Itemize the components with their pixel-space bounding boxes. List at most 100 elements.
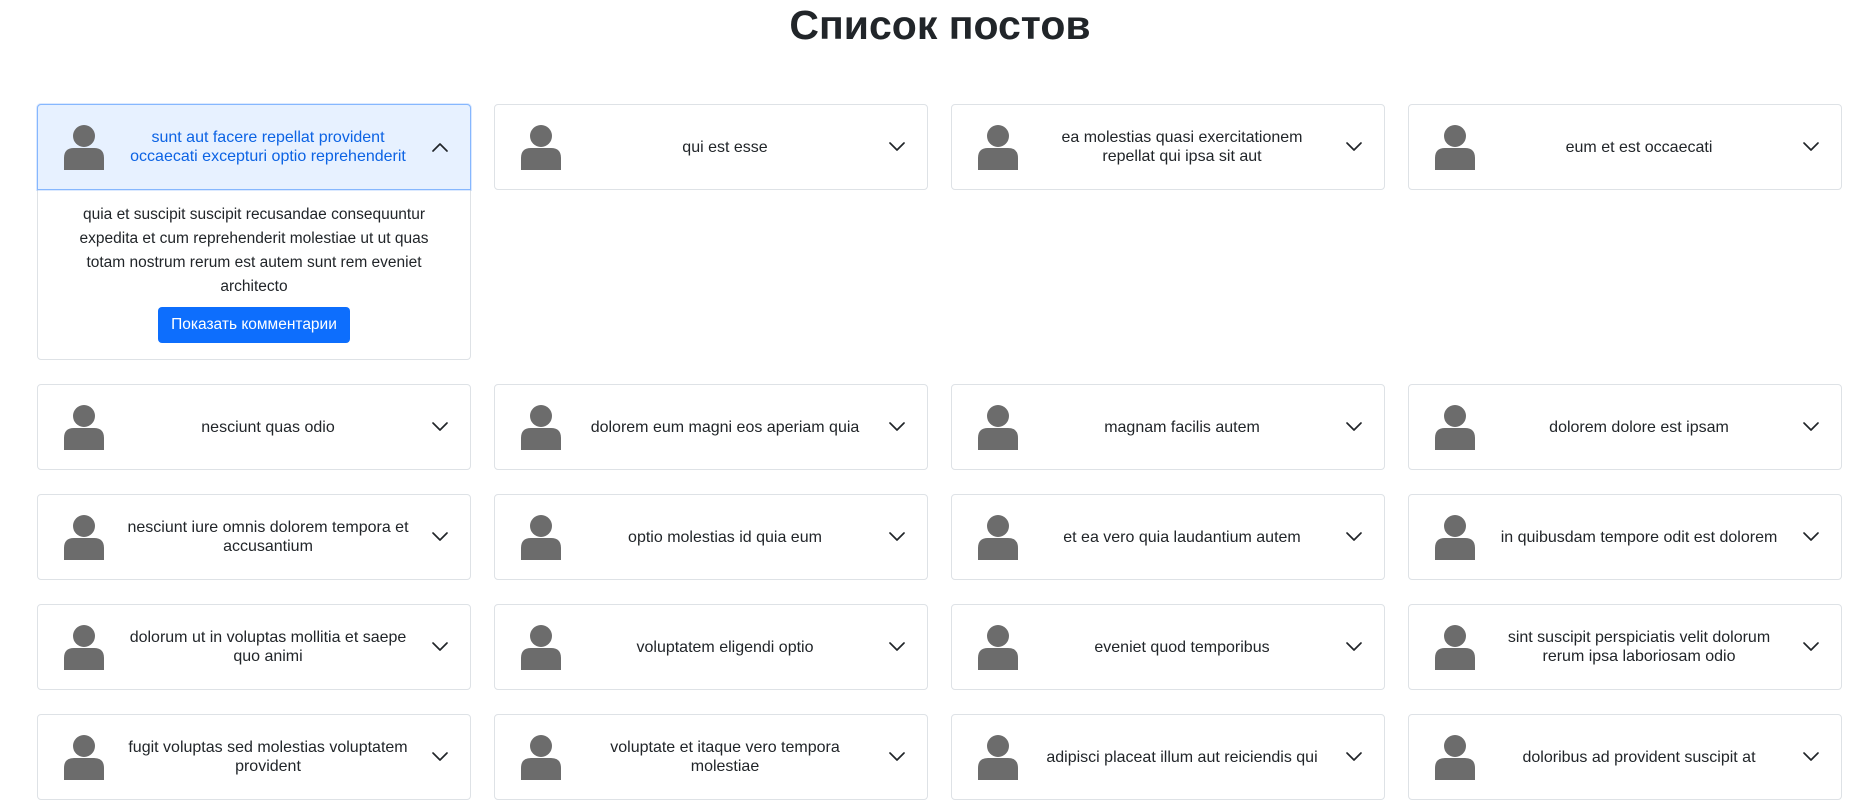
user-silhouette-icon	[521, 405, 561, 450]
chevron-up-icon	[432, 143, 448, 152]
post-header-button[interactable]: ea molestias quasi exercitationem repell…	[952, 105, 1384, 189]
post-header-button[interactable]: et ea vero quia laudantium autem	[952, 495, 1384, 579]
user-silhouette-icon	[978, 125, 1018, 170]
post-header-button[interactable]: optio molestias id quia eum	[495, 495, 927, 579]
post-title: nesciunt iure omnis dolorem tempora et a…	[127, 519, 409, 555]
user-silhouette-icon	[64, 125, 104, 170]
user-silhouette-icon	[978, 735, 1018, 780]
post-card-6: dolorem eum magni eos aperiam quia	[494, 384, 928, 470]
post-body: quia et suscipit suscipit recusandae con…	[38, 189, 470, 359]
chevron-down-icon	[889, 532, 905, 541]
post-card-20: doloribus ad provident suscipit at	[1408, 714, 1842, 800]
chevron-down-icon	[1803, 532, 1819, 541]
post-header-button[interactable]: dolorum ut in voluptas mollitia et saepe…	[38, 605, 470, 689]
user-silhouette-icon	[521, 735, 561, 780]
post-header-button[interactable]: magnam facilis autem	[952, 385, 1384, 469]
chevron-down-icon	[1803, 752, 1819, 761]
page-title: Список постов	[789, 2, 1091, 48]
post-title: eum et est occaecati	[1565, 138, 1713, 156]
post-title: magnam facilis autem	[1104, 418, 1260, 436]
chevron-down-icon	[432, 642, 448, 651]
post-card-9: nesciunt iure omnis dolorem tempora et a…	[37, 494, 471, 580]
post-card-19: adipisci placeat illum aut reiciendis qu…	[951, 714, 1385, 800]
post-card-5: nesciunt quas odio	[37, 384, 471, 470]
post-card-2: qui est esse	[494, 104, 928, 190]
post-title: qui est esse	[682, 138, 768, 156]
post-header-button[interactable]: eum et est occaecati	[1409, 105, 1841, 189]
post-card-3: ea molestias quasi exercitationem repell…	[951, 104, 1385, 190]
post-title: voluptate et itaque vero tempora molesti…	[610, 739, 840, 775]
post-card-13: dolorum ut in voluptas mollitia et saepe…	[37, 604, 471, 690]
chevron-down-icon	[889, 752, 905, 761]
post-header-button[interactable]: sint suscipit perspiciatis velit dolorum…	[1409, 605, 1841, 689]
post-card-7: magnam facilis autem	[951, 384, 1385, 470]
user-silhouette-icon	[1435, 515, 1475, 560]
user-silhouette-icon	[64, 405, 104, 450]
post-header-button[interactable]: dolorem dolore est ipsam	[1409, 385, 1841, 469]
chevron-down-icon	[889, 422, 905, 431]
post-card-15: eveniet quod temporibus	[951, 604, 1385, 690]
user-silhouette-icon	[978, 405, 1018, 450]
post-card-8: dolorem dolore est ipsam	[1408, 384, 1842, 470]
chevron-down-icon	[432, 422, 448, 431]
post-card-1: sunt aut facere repellat provident occae…	[37, 104, 471, 360]
post-header-button[interactable]: eveniet quod temporibus	[952, 605, 1384, 689]
post-header-button[interactable]: adipisci placeat illum aut reiciendis qu…	[952, 715, 1384, 799]
chevron-down-icon	[432, 752, 448, 761]
post-title: nesciunt quas odio	[201, 418, 335, 436]
post-header-button[interactable]: voluptatem eligendi optio	[495, 605, 927, 689]
post-card-4: eum et est occaecati	[1408, 104, 1842, 190]
show-comments-button[interactable]: Показать комментарии	[158, 307, 350, 343]
user-silhouette-icon	[978, 625, 1018, 670]
post-header-button[interactable]: qui est esse	[495, 105, 927, 189]
user-silhouette-icon	[1435, 625, 1475, 670]
chevron-down-icon	[1803, 142, 1819, 151]
user-silhouette-icon	[1435, 735, 1475, 780]
chevron-down-icon	[1346, 422, 1362, 431]
post-header-button[interactable]: sunt aut facere repellat provident occae…	[37, 104, 471, 190]
user-silhouette-icon	[521, 625, 561, 670]
user-silhouette-icon	[64, 735, 104, 780]
user-silhouette-icon	[521, 515, 561, 560]
post-title: ea molestias quasi exercitationem repell…	[1061, 129, 1303, 165]
post-title: fugit voluptas sed molestias voluptatem …	[128, 739, 408, 775]
post-title: sint suscipit perspiciatis velit dolorum…	[1507, 629, 1771, 665]
post-card-14: voluptatem eligendi optio	[494, 604, 928, 690]
post-title: dolorem dolore est ipsam	[1549, 418, 1729, 436]
post-title: dolorum ut in voluptas mollitia et saepe…	[129, 629, 407, 665]
post-header-button[interactable]: fugit voluptas sed molestias voluptatem …	[38, 715, 470, 799]
post-title: voluptatem eligendi optio	[636, 638, 814, 656]
post-card-18: voluptate et itaque vero tempora molesti…	[494, 714, 928, 800]
post-card-12: in quibusdam tempore odit est dolorem	[1408, 494, 1842, 580]
post-title: sunt aut facere repellat provident occae…	[130, 129, 406, 165]
post-title: adipisci placeat illum aut reiciendis qu…	[1046, 748, 1318, 766]
chevron-down-icon	[889, 642, 905, 651]
user-silhouette-icon	[978, 515, 1018, 560]
post-title: in quibusdam tempore odit est dolorem	[1500, 528, 1778, 546]
post-header-button[interactable]: dolorem eum magni eos aperiam quia	[495, 385, 927, 469]
post-title: dolorem eum magni eos aperiam quia	[590, 418, 860, 436]
chevron-down-icon	[1803, 642, 1819, 651]
post-body-text: quia et suscipit suscipit recusandae con…	[79, 206, 429, 295]
user-silhouette-icon	[1435, 125, 1475, 170]
post-header-button[interactable]: nesciunt quas odio	[38, 385, 470, 469]
user-silhouette-icon	[1435, 405, 1475, 450]
post-title: doloribus ad provident suscipit at	[1522, 748, 1756, 766]
chevron-down-icon	[1346, 142, 1362, 151]
posts-grid: sunt aut facere repellat provident occae…	[37, 104, 1842, 800]
chevron-down-icon	[889, 142, 905, 151]
chevron-down-icon	[1346, 642, 1362, 651]
post-header-button[interactable]: voluptate et itaque vero tempora molesti…	[495, 715, 927, 799]
chevron-down-icon	[1346, 752, 1362, 761]
post-title: eveniet quod temporibus	[1094, 638, 1270, 656]
post-header-button[interactable]: doloribus ad provident suscipit at	[1409, 715, 1841, 799]
post-title: optio molestias id quia eum	[628, 528, 822, 546]
user-silhouette-icon	[64, 625, 104, 670]
chevron-down-icon	[1346, 532, 1362, 541]
post-header-button[interactable]: in quibusdam tempore odit est dolorem	[1409, 495, 1841, 579]
post-header-button[interactable]: nesciunt iure omnis dolorem tempora et a…	[38, 495, 470, 579]
chevron-down-icon	[1803, 422, 1819, 431]
chevron-down-icon	[432, 532, 448, 541]
user-silhouette-icon	[521, 125, 561, 170]
post-title: et ea vero quia laudantium autem	[1063, 528, 1301, 546]
